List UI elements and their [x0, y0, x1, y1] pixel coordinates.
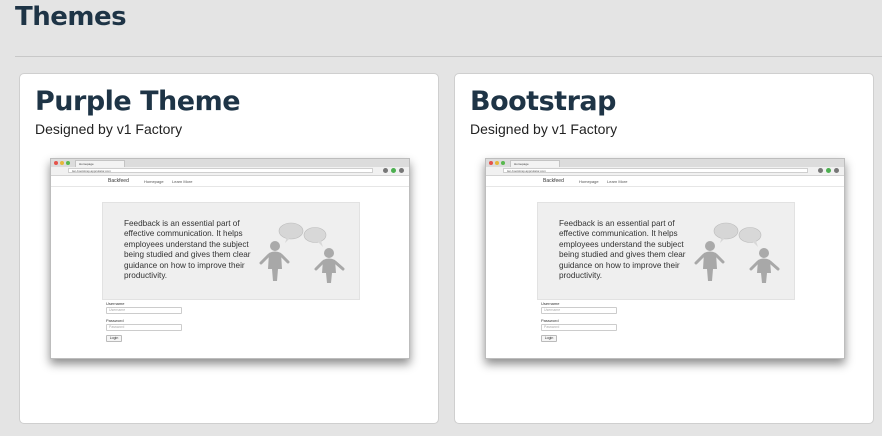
preview-url-bar: iter-bootstrap.appculator.com — [486, 167, 844, 176]
theme-card-bootstrap[interactable]: Bootstrap Designed by v1 Factory Homepag… — [454, 73, 874, 424]
red-dot-icon — [54, 161, 58, 165]
theme-name[interactable]: Bootstrap — [470, 86, 616, 117]
preview-password-label: Password — [106, 318, 124, 323]
yellow-dot-icon — [60, 161, 64, 165]
preview-hero: Feedback is an essential part of effecti… — [102, 202, 360, 300]
extension-icon — [826, 168, 831, 173]
header-divider — [15, 56, 882, 57]
preview-url: iter-bootstrap.appculator.com — [503, 168, 808, 173]
theme-designer: Designed by v1 Factory — [35, 121, 183, 137]
red-dot-icon — [489, 161, 493, 165]
preview-nav-link: Learn More — [172, 179, 193, 184]
preview-navbar: Backfeed Homepage Learn More — [486, 177, 844, 187]
theme-designer: Designed by v1 Factory — [470, 121, 618, 137]
preview-login-button: Login — [541, 335, 557, 342]
theme-preview[interactable]: Homepage iter-bootstrap.appculator.com B… — [485, 158, 845, 359]
menu-icon — [834, 168, 839, 173]
preview-hero: Feedback is an essential part of effecti… — [537, 202, 795, 300]
preview-username-label: Username — [106, 301, 125, 306]
theme-card-purple[interactable]: Purple Theme Designed by v1 Factory Home… — [19, 73, 439, 424]
preview-nav-link: Homepage — [144, 179, 164, 184]
preview-tab-bar: Homepage — [51, 159, 409, 167]
theme-name[interactable]: Purple Theme — [35, 86, 241, 117]
yellow-dot-icon — [495, 161, 499, 165]
preview-hero-text: Feedback is an essential part of effecti… — [559, 219, 686, 281]
preview-url-bar: iter-bootstrap.appculator.com — [51, 167, 409, 176]
preview-username-input: Username — [106, 307, 182, 314]
preview-navbar: Backfeed Homepage Learn More — [51, 177, 409, 187]
preview-nav-link: Learn More — [607, 179, 628, 184]
speech-bubbles-figures-icon — [259, 222, 345, 283]
speech-bubbles-figures-icon — [694, 222, 780, 283]
preview-username-input: Username — [541, 307, 617, 314]
preview-url: iter-bootstrap.appculator.com — [68, 168, 373, 173]
preview-tab-bar: Homepage — [486, 159, 844, 167]
preview-brand: Backfeed — [108, 178, 129, 184]
theme-preview[interactable]: Homepage iter-bootstrap.appculator.com B… — [50, 158, 410, 359]
page-title: Themes — [15, 2, 127, 32]
preview-username-label: Username — [541, 301, 560, 306]
preview-password-input: Password — [106, 324, 182, 331]
preview-password-input: Password — [541, 324, 617, 331]
extension-icon — [391, 168, 396, 173]
preview-login-button: Login — [106, 335, 122, 342]
green-dot-icon — [501, 161, 505, 165]
preview-password-label: Password — [541, 318, 559, 323]
green-dot-icon — [66, 161, 70, 165]
extension-icon — [383, 168, 388, 173]
menu-icon — [399, 168, 404, 173]
preview-nav-link: Homepage — [579, 179, 599, 184]
extension-icon — [818, 168, 823, 173]
preview-tab: Homepage — [75, 160, 125, 167]
preview-hero-text: Feedback is an essential part of effecti… — [124, 219, 251, 281]
preview-brand: Backfeed — [543, 178, 564, 184]
preview-tab: Homepage — [510, 160, 560, 167]
